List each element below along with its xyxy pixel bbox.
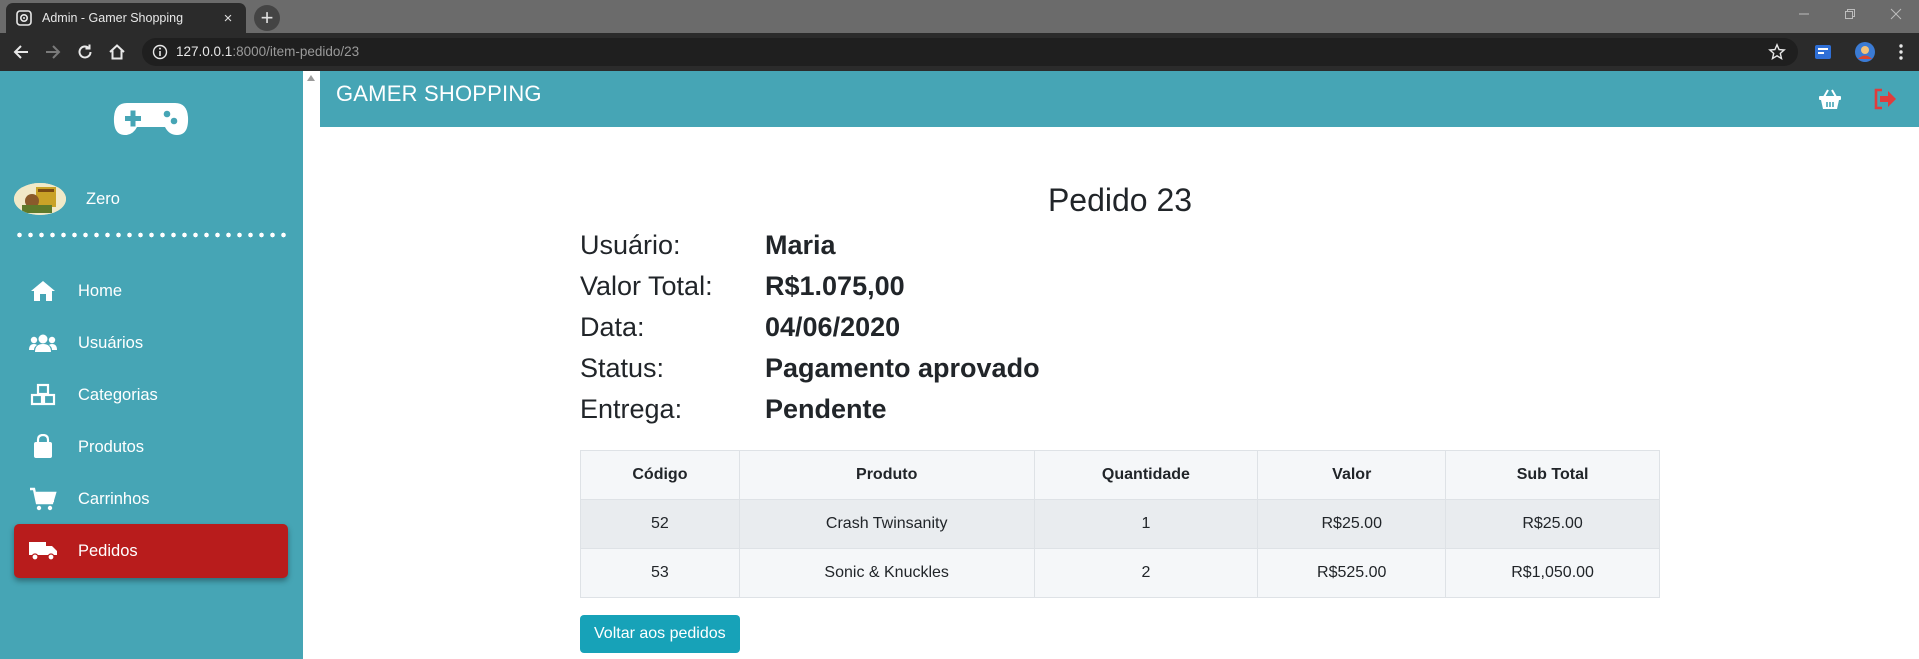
cubes-icon	[28, 382, 58, 408]
field-status: Status: Pagamento aprovado	[580, 348, 1380, 388]
table-row: 53 Sonic & Knuckles 2 R$525.00 R$1,050.0…	[580, 548, 1660, 598]
site-info-icon[interactable]	[152, 44, 168, 60]
scroll-up-icon[interactable]	[306, 74, 316, 84]
field-entrega: Entrega: Pendente	[580, 389, 1380, 429]
sidebar-item-label: Usuários	[78, 333, 144, 352]
back-arrow-icon[interactable]	[10, 41, 32, 63]
url-path: :8000/item-pedido/23	[232, 44, 360, 59]
column-header: Sub Total	[1445, 450, 1660, 500]
truck-icon	[28, 538, 58, 564]
sidebar-item-home[interactable]: Home	[14, 264, 288, 318]
cell-valor: R$525.00	[1257, 548, 1447, 598]
browser-tab[interactable]: Admin - Gamer Shopping ×	[6, 3, 246, 33]
new-tab-button[interactable]: +	[254, 5, 280, 31]
basket-icon[interactable]	[1815, 85, 1845, 113]
sidebar-item-label: Produtos	[78, 437, 145, 456]
sidebar-item-label: Home	[78, 281, 123, 300]
users-icon	[28, 330, 58, 356]
field-value: Maria	[765, 229, 836, 260]
cell-codigo: 52	[580, 499, 740, 549]
minimize-icon[interactable]	[1781, 0, 1827, 28]
browser-menu-icon[interactable]	[1890, 41, 1912, 63]
sidebar-item-usuarios[interactable]: Usuários	[14, 316, 288, 370]
profile-avatar-icon[interactable]	[1854, 41, 1876, 63]
url-host: 127.0.0.1	[176, 44, 233, 59]
cart-icon	[28, 486, 58, 512]
logout-icon[interactable]	[1870, 85, 1900, 113]
field-usuario: Usuário: Maria	[580, 225, 1380, 265]
sidebar: Zero Home Usuários Categorias Produtos C…	[0, 71, 303, 659]
column-header: Produto	[738, 450, 1035, 500]
table-row: 52 Crash Twinsanity 1 R$25.00 R$25.00	[580, 499, 1660, 549]
cell-subtotal: R$25.00	[1445, 499, 1660, 549]
forward-arrow-icon[interactable]	[42, 41, 64, 63]
sidebar-item-produtos[interactable]: Produtos	[14, 420, 288, 474]
cell-produto: Sonic & Knuckles	[738, 548, 1035, 598]
gamepad-logo-icon[interactable]	[113, 99, 189, 137]
sidebar-item-categorias[interactable]: Categorias	[14, 368, 288, 422]
site-favicon-icon	[16, 10, 32, 26]
field-value: 04/06/2020	[765, 311, 901, 342]
cell-quantidade: 1	[1033, 499, 1259, 549]
avatar	[14, 183, 66, 215]
divider	[14, 232, 288, 238]
home-icon	[28, 278, 58, 304]
restore-icon[interactable]	[1827, 0, 1873, 28]
address-bar[interactable]: 127.0.0.1:8000/item-pedido/23	[142, 38, 1798, 66]
field-value: Pagamento aprovado	[765, 352, 1040, 383]
cell-valor: R$25.00	[1257, 499, 1447, 549]
field-label: Usuário:	[580, 229, 681, 260]
shopping-bag-icon	[28, 434, 58, 460]
tab-title: Admin - Gamer Shopping	[42, 11, 184, 25]
cell-subtotal: R$1,050.00	[1445, 548, 1660, 598]
field-value: Pendente	[765, 393, 887, 424]
sidebar-item-carrinhos[interactable]: Carrinhos	[14, 472, 288, 526]
sidebar-item-pedidos[interactable]: Pedidos	[14, 524, 288, 578]
home-browser-icon[interactable]	[106, 41, 128, 63]
top-header: GAMER SHOPPING	[320, 71, 1919, 127]
user-name: Zero	[86, 189, 120, 208]
page-title: Pedido 23	[1047, 182, 1193, 218]
sidebar-item-label: Carrinhos	[78, 489, 150, 508]
back-to-orders-button[interactable]: Voltar aos pedidos	[580, 615, 740, 653]
bookmark-star-icon[interactable]	[1768, 43, 1786, 61]
user-profile[interactable]: Zero	[14, 183, 120, 215]
extension-icon[interactable]	[1812, 41, 1834, 63]
brand-title[interactable]: GAMER SHOPPING	[336, 81, 542, 107]
browser-tab-strip: Admin - Gamer Shopping × +	[0, 0, 1919, 33]
column-header: Quantidade	[1033, 450, 1259, 500]
field-label: Data:	[580, 311, 645, 342]
field-label: Status:	[580, 352, 665, 383]
cell-codigo: 53	[580, 548, 740, 598]
field-valor-total: Valor Total: R$1.075,00	[580, 266, 1380, 306]
cell-quantidade: 2	[1033, 548, 1259, 598]
url-text: 127.0.0.1:8000/item-pedido/23	[176, 44, 359, 59]
close-window-icon[interactable]	[1873, 0, 1919, 28]
browser-toolbar: 127.0.0.1:8000/item-pedido/23	[0, 33, 1919, 71]
column-header: Código	[580, 450, 740, 500]
order-items-table: Código Produto Quantidade Valor Sub Tota…	[580, 450, 1660, 598]
sidebar-item-label: Pedidos	[78, 541, 138, 560]
field-label: Valor Total:	[580, 270, 713, 301]
field-label: Entrega:	[580, 393, 683, 424]
scrollbar-track[interactable]	[303, 71, 320, 659]
cell-produto: Crash Twinsanity	[738, 499, 1035, 549]
field-value: R$1.075,00	[765, 270, 905, 301]
tab-close-icon[interactable]: ×	[220, 10, 236, 27]
reload-icon[interactable]	[74, 41, 96, 63]
field-data: Data: 04/06/2020	[580, 307, 1380, 347]
column-header: Valor	[1257, 450, 1447, 500]
table-header-row: Código Produto Quantidade Valor Sub Tota…	[580, 450, 1660, 500]
sidebar-item-label: Categorias	[78, 385, 158, 404]
